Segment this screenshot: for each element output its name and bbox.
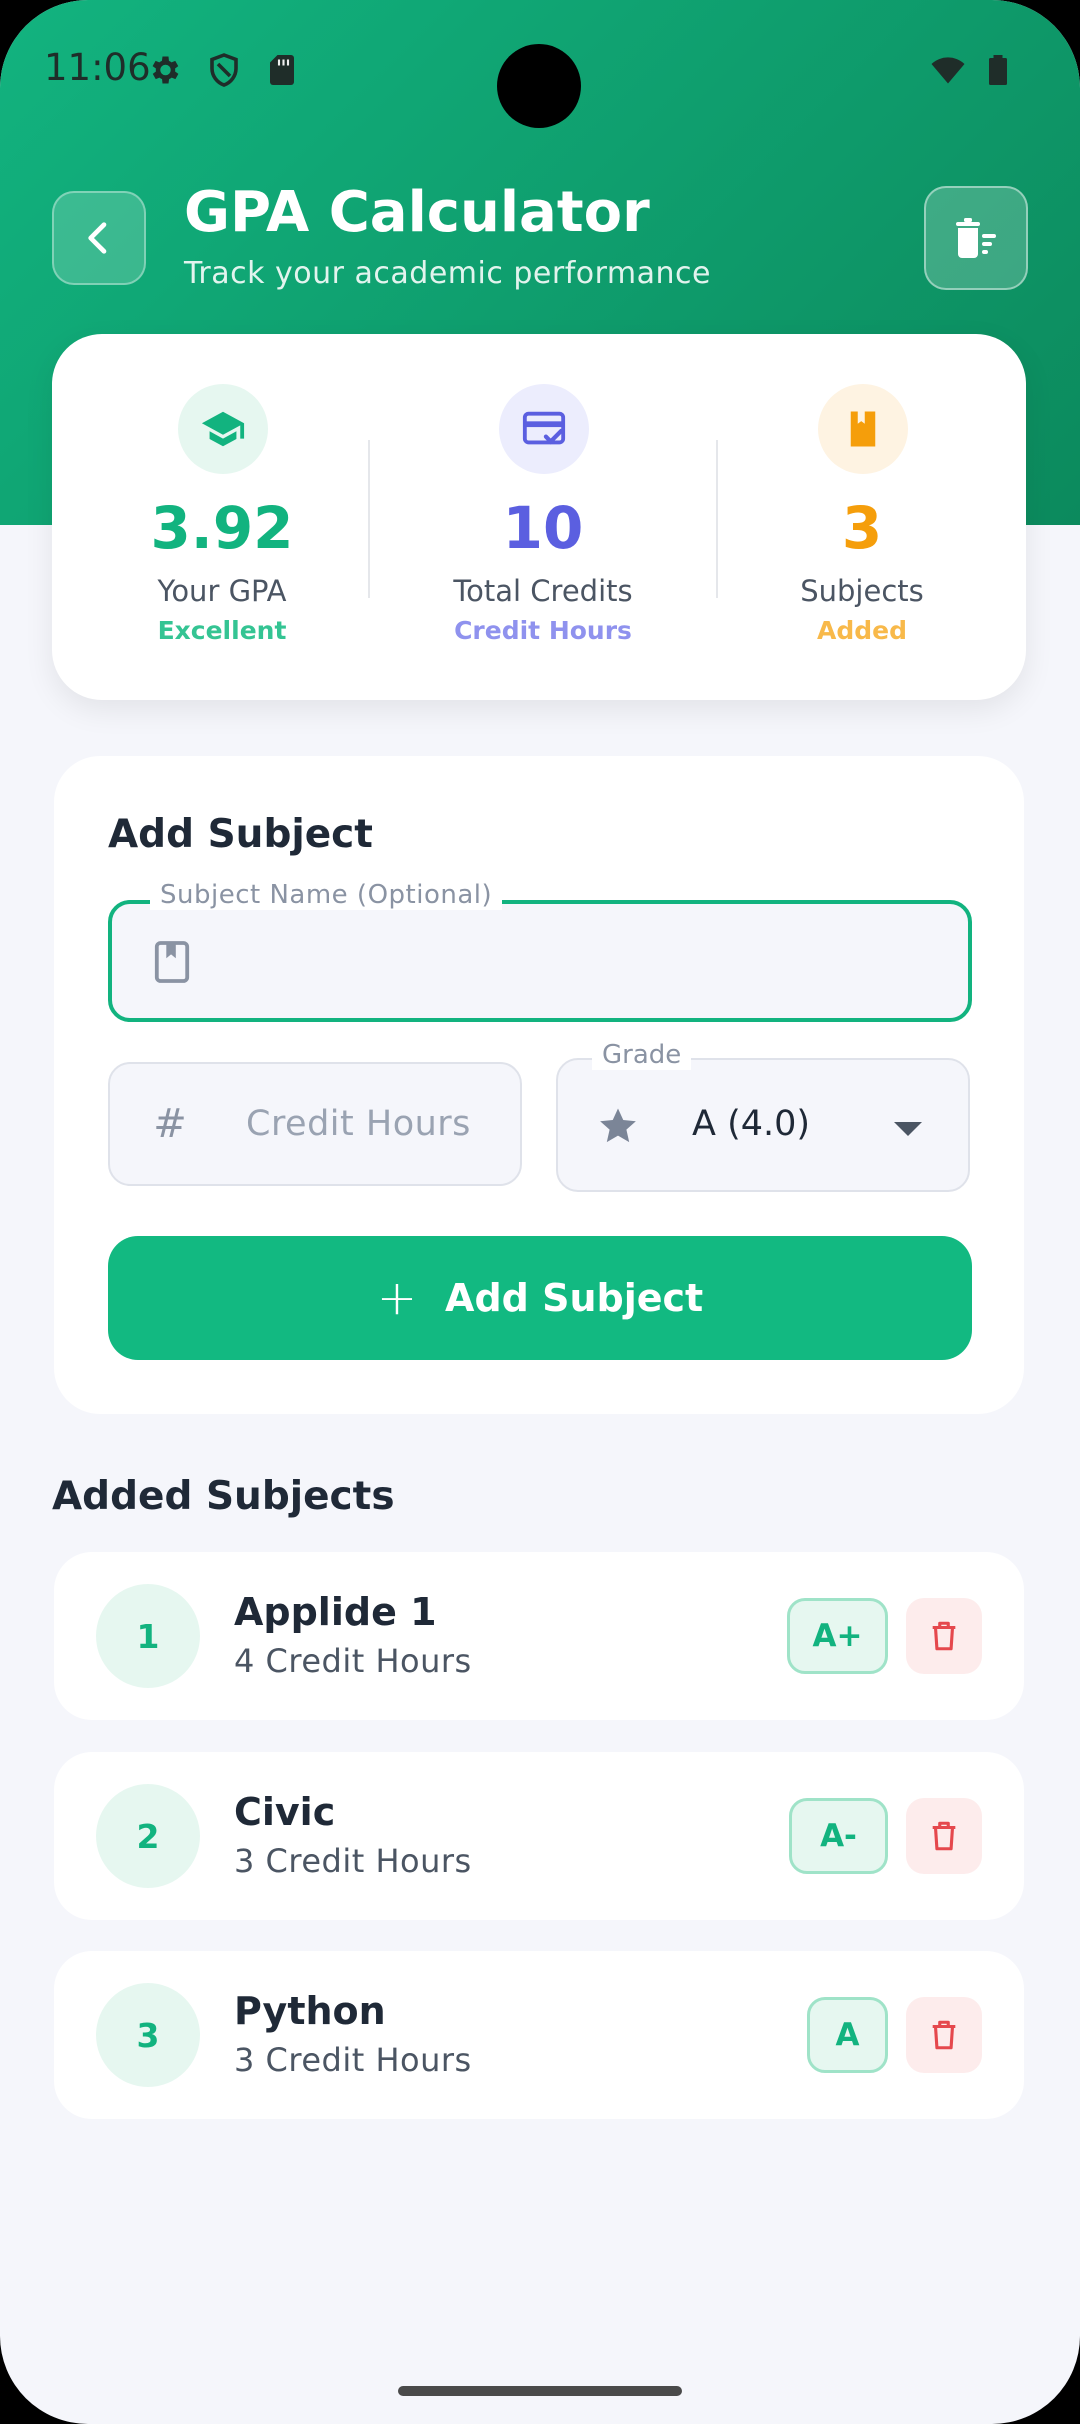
subject-index: 3 bbox=[96, 1983, 200, 2087]
graduation-cap-icon bbox=[201, 411, 245, 447]
subject-name-label: Subject Name (Optional) bbox=[150, 880, 503, 910]
grade-selected-value: A (4.0) bbox=[692, 1104, 811, 1144]
shield-icon bbox=[210, 53, 238, 87]
clear-all-button[interactable] bbox=[924, 186, 1028, 290]
hash-icon: # bbox=[153, 1101, 187, 1147]
gear-icon bbox=[152, 56, 179, 84]
stat-divider bbox=[368, 440, 370, 598]
star-icon bbox=[596, 1104, 640, 1148]
grade-badge: A bbox=[807, 1997, 888, 2073]
subject-index: 1 bbox=[96, 1584, 200, 1688]
stat-subjects-icon-wrap bbox=[818, 384, 908, 474]
chevron-left-icon bbox=[88, 222, 107, 254]
grade-label: Grade bbox=[592, 1040, 692, 1070]
bookmark-icon bbox=[152, 940, 192, 984]
subjects-label: Subjects bbox=[800, 574, 924, 608]
plus-icon: + bbox=[376, 1270, 418, 1326]
sd-card-icon bbox=[270, 55, 294, 85]
subject-credits: 4 Credit Hours bbox=[234, 1642, 472, 1680]
dropdown-caret-icon bbox=[894, 1122, 922, 1136]
subject-name: Applide 1 bbox=[234, 1590, 437, 1634]
trash-icon bbox=[932, 1821, 956, 1851]
subject-name-input[interactable] bbox=[222, 930, 942, 994]
page-title: GPA Calculator bbox=[184, 180, 650, 245]
stat-gpa: 3.92 Your GPA Excellent bbox=[72, 334, 372, 700]
add-subject-button-label: Add Subject bbox=[445, 1276, 704, 1320]
subject-row: 1 Applide 1 4 Credit Hours A+ bbox=[54, 1552, 1024, 1720]
subjects-sub: Added bbox=[817, 616, 907, 645]
stats-card: 3.92 Your GPA Excellent 10 Total Credits… bbox=[52, 334, 1026, 700]
grade-select[interactable]: Grade A (4.0) bbox=[556, 1040, 970, 1192]
trash-icon bbox=[932, 2020, 956, 2050]
delete-subject-button[interactable] bbox=[906, 1798, 982, 1874]
gpa-label: Your GPA bbox=[157, 574, 287, 608]
credit-card-check-icon bbox=[522, 411, 566, 445]
add-subject-button[interactable]: + Add Subject bbox=[108, 1236, 972, 1360]
status-time: 11:06 bbox=[44, 46, 151, 89]
credits-label: Total Credits bbox=[453, 574, 633, 608]
delete-subject-button[interactable] bbox=[906, 1997, 982, 2073]
subject-index: 2 bbox=[96, 1784, 200, 1888]
credit-hours-placeholder: Credit Hours bbox=[246, 1104, 471, 1144]
subject-row: 2 Civic 3 Credit Hours A- bbox=[54, 1752, 1024, 1920]
gpa-value: 3.92 bbox=[150, 494, 294, 562]
grade-badge: A- bbox=[789, 1798, 888, 1874]
subject-credits: 3 Credit Hours bbox=[234, 2041, 472, 2079]
home-indicator[interactable] bbox=[398, 2386, 682, 2396]
credits-value: 10 bbox=[502, 494, 584, 562]
gpa-rating: Excellent bbox=[157, 616, 287, 645]
wifi-icon bbox=[931, 57, 965, 84]
page-subtitle: Track your academic performance bbox=[184, 256, 712, 291]
clear-list-icon bbox=[956, 218, 996, 258]
trash-icon bbox=[932, 1621, 956, 1651]
grade-badge: A+ bbox=[787, 1598, 888, 1674]
stat-gpa-icon-wrap bbox=[178, 384, 268, 474]
back-button[interactable] bbox=[52, 191, 146, 285]
app-screen: 11:06 GPA Calculator Track your academic… bbox=[0, 0, 1080, 2424]
subject-name: Civic bbox=[234, 1790, 336, 1834]
subject-row: 3 Python 3 Credit Hours A bbox=[54, 1951, 1024, 2119]
stat-credits-icon-wrap bbox=[499, 384, 589, 474]
book-icon bbox=[850, 411, 876, 447]
subjects-value: 3 bbox=[841, 494, 883, 562]
add-subject-title: Add Subject bbox=[108, 812, 373, 857]
subject-name: Python bbox=[234, 1989, 386, 2033]
subject-credits: 3 Credit Hours bbox=[234, 1842, 472, 1880]
credit-hours-field[interactable]: # Credit Hours bbox=[108, 1062, 522, 1186]
credits-sub: Credit Hours bbox=[454, 616, 632, 645]
add-subject-card: Add Subject Subject Name (Optional) # Cr… bbox=[54, 756, 1024, 1414]
stat-subjects: 3 Subjects Added bbox=[712, 334, 1012, 700]
stat-credits: 10 Total Credits Credit Hours bbox=[393, 334, 693, 700]
subject-name-field[interactable]: Subject Name (Optional) bbox=[108, 880, 972, 1022]
added-subjects-title: Added Subjects bbox=[52, 1474, 395, 1519]
battery-icon bbox=[989, 55, 1007, 85]
front-camera bbox=[497, 44, 581, 128]
delete-subject-button[interactable] bbox=[906, 1598, 982, 1674]
